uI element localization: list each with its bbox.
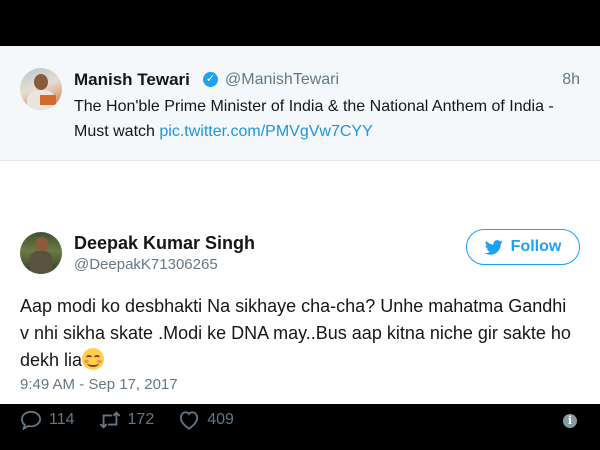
- verified-badge-icon: ✓: [203, 72, 218, 87]
- follow-button[interactable]: Follow: [466, 229, 580, 265]
- author-name[interactable]: Deepak Kumar Singh: [74, 233, 255, 254]
- avatar-paper: [40, 95, 56, 105]
- heart-icon: [180, 411, 199, 430]
- author-handle[interactable]: @DeepakK71306265: [74, 256, 218, 273]
- tweet-card: Manish Tewari ✓ @ManishTewari 8h The Hon…: [0, 46, 600, 430]
- smiling-face-icon: [82, 348, 105, 370]
- retweet-count: 172: [127, 411, 155, 428]
- reply-count: 114: [49, 411, 75, 428]
- reply-icon: [20, 410, 42, 430]
- tweet-timestamp[interactable]: 9:49 AM - Sep 17, 2017: [20, 376, 178, 393]
- follow-button-label: Follow: [510, 238, 562, 255]
- avatar-head: [34, 74, 48, 90]
- quoted-author-handle[interactable]: @ManishTewari: [225, 71, 339, 89]
- retweet-icon: [99, 411, 120, 429]
- quoted-tweet-text: The Hon'ble Prime Minister of India & th…: [74, 94, 584, 144]
- info-icon[interactable]: i: [563, 414, 577, 428]
- quoted-author-name[interactable]: Manish Tewari: [74, 70, 190, 90]
- like-action[interactable]: 409: [178, 410, 234, 430]
- tweet-text: Aap modi ko desbhakti Na sikhaye cha-cha…: [20, 293, 580, 374]
- tweet-actions: 114 172 409: [20, 408, 258, 432]
- avatar-head: [35, 237, 48, 252]
- deepak-kumar-singh-avatar[interactable]: [20, 232, 62, 274]
- manish-tewari-avatar[interactable]: [20, 68, 62, 110]
- quoted-tweet-time[interactable]: 8h: [562, 71, 580, 89]
- quoted-tweet[interactable]: Manish Tewari ✓ @ManishTewari 8h The Hon…: [0, 46, 600, 161]
- quoted-tweet-link[interactable]: pic.twitter.com/PMVgVw7CYY: [159, 123, 372, 140]
- avatar-body: [30, 251, 52, 274]
- reply-action[interactable]: 114: [20, 410, 75, 430]
- like-count: 409: [207, 411, 234, 428]
- retweet-action[interactable]: 172: [99, 410, 155, 430]
- twitter-bird-icon: [484, 239, 503, 255]
